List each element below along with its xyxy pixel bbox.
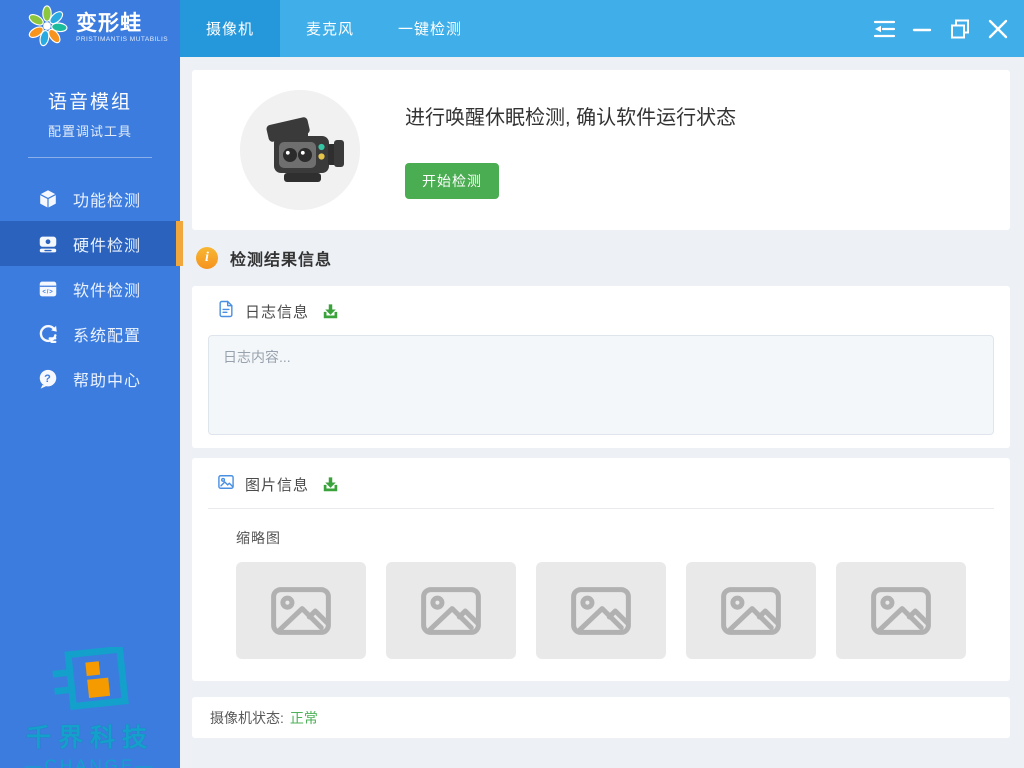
sidebar: 变形蛙 PRISTIMANTIS MUTABILIS 语音模组 配置调试工具 功… xyxy=(0,0,180,768)
start-detect-button[interactable]: 开始检测 xyxy=(405,163,499,199)
cube-icon xyxy=(37,188,59,210)
sidebar-item-label: 软件检测 xyxy=(73,277,141,301)
image-card-title: 图片信息 xyxy=(245,474,309,495)
close-icon[interactable] xyxy=(984,15,1012,43)
sidebar-menu: 功能检测 硬件检测 </> 软件检测 xyxy=(0,176,180,401)
log-info-card: 日志信息 xyxy=(192,286,1010,448)
minimize-icon[interactable] xyxy=(908,15,936,43)
help-bubble-icon: ? xyxy=(37,368,59,390)
sidebar-item-system-config[interactable]: 系统配置 xyxy=(0,311,180,356)
camera-illustration xyxy=(240,90,360,210)
sidebar-item-label: 功能检测 xyxy=(73,187,141,211)
svg-text:?: ? xyxy=(44,372,52,384)
content-area: 进行唤醒休眠检测, 确认软件运行状态 开始检测 i 检测结果信息 日 xyxy=(180,57,1024,768)
collapse-menu-icon[interactable] xyxy=(870,15,898,43)
tab-one-click-detect[interactable]: 一键检测 xyxy=(380,0,480,57)
image-info-card: 图片信息 缩略图 xyxy=(192,458,1010,681)
brand-splash-icon xyxy=(26,5,68,52)
card-divider xyxy=(208,508,994,509)
log-card-title: 日志信息 xyxy=(245,301,309,322)
title-bar: 摄像机 麦克风 一键检测 xyxy=(180,0,1024,57)
sidebar-item-label: 帮助中心 xyxy=(73,367,141,391)
sidebar-item-hardware-detect[interactable]: 硬件检测 xyxy=(0,221,180,266)
maximize-restore-icon[interactable] xyxy=(946,15,974,43)
result-section-title: 检测结果信息 xyxy=(230,246,332,270)
camera-status-value: 正常 xyxy=(290,708,318,728)
brand-subtitle: PRISTIMANTIS MUTABILIS xyxy=(76,37,168,44)
log-content-textarea[interactable] xyxy=(208,335,994,435)
module-subtitle: 配置调试工具 xyxy=(0,121,180,140)
thumbnail-placeholder[interactable] xyxy=(686,562,816,659)
hero-title: 进行唤醒休眠检测, 确认软件运行状态 xyxy=(405,101,736,130)
sidebar-item-label: 系统配置 xyxy=(73,322,141,346)
sidebar-item-software-detect[interactable]: </> 软件检测 xyxy=(0,266,180,311)
sidebar-divider xyxy=(28,157,152,158)
brand-name: 变形蛙 xyxy=(76,13,168,34)
thumbnail-placeholder[interactable] xyxy=(386,562,516,659)
detect-hero-card: 进行唤醒休眠检测, 确认软件运行状态 开始检测 xyxy=(192,70,1010,230)
company-logo-icon xyxy=(42,647,138,711)
info-icon: i xyxy=(196,247,218,269)
download-log-icon[interactable] xyxy=(321,302,340,321)
picture-icon xyxy=(216,472,236,497)
camera-status-card: 摄像机状态: 正常 xyxy=(192,697,1010,738)
brand: 变形蛙 PRISTIMANTIS MUTABILIS xyxy=(0,0,180,57)
sidebar-item-function-detect[interactable]: 功能检测 xyxy=(0,176,180,221)
tab-microphone[interactable]: 麦克风 xyxy=(280,0,380,57)
hardware-icon xyxy=(37,233,59,255)
thumbnails-label: 缩略图 xyxy=(236,528,994,548)
company-watermark: 千界科技 —CHANGE— xyxy=(0,647,180,768)
download-images-icon[interactable] xyxy=(321,475,340,494)
camera-status-label: 摄像机状态: xyxy=(210,708,284,728)
thumbnail-placeholder[interactable] xyxy=(236,562,366,659)
tab-bar: 摄像机 麦克风 一键检测 xyxy=(180,0,480,57)
svg-text:</>: </> xyxy=(42,289,53,295)
module-title: 语音模组 xyxy=(0,87,180,114)
company-name: 千界科技 xyxy=(0,718,180,754)
company-tagline: —CHANGE— xyxy=(0,756,180,768)
thumbnail-placeholder[interactable] xyxy=(536,562,666,659)
thumbnail-placeholder[interactable] xyxy=(836,562,966,659)
sidebar-item-help-center[interactable]: ? 帮助中心 xyxy=(0,356,180,401)
software-window-icon: </> xyxy=(37,278,59,300)
tab-camera[interactable]: 摄像机 xyxy=(180,0,280,57)
result-section-header: i 检测结果信息 xyxy=(192,230,1010,286)
sidebar-item-label: 硬件检测 xyxy=(73,232,141,256)
thumbnail-row xyxy=(236,562,994,659)
document-icon xyxy=(216,299,236,324)
window-controls xyxy=(870,15,1024,43)
system-sync-icon xyxy=(37,323,59,345)
